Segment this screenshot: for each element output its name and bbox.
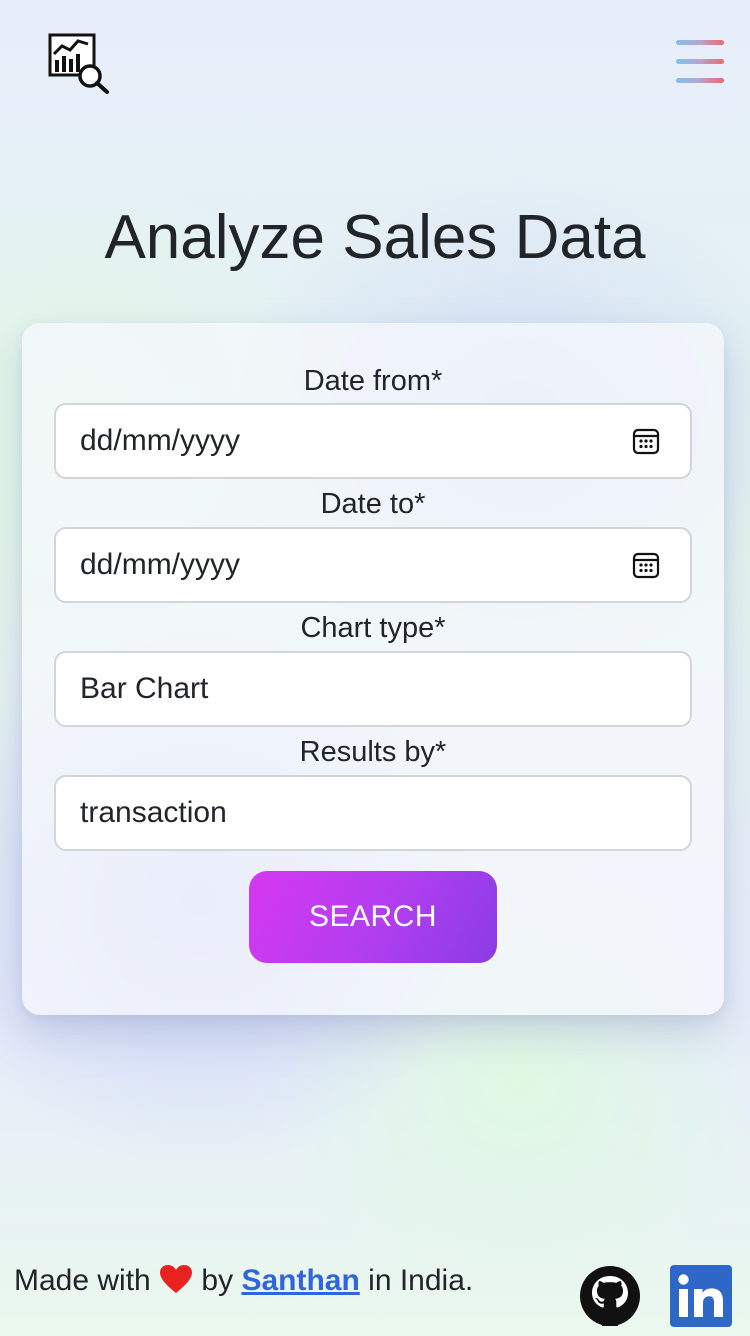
date-from-input[interactable]: dd/mm/yyyy [54, 403, 692, 479]
heart-icon [160, 1265, 193, 1293]
menu-bar [676, 59, 724, 64]
linkedin-icon[interactable] [670, 1265, 732, 1327]
date-from-label: Date from* [303, 365, 443, 397]
date-to-input[interactable]: dd/mm/yyyy [54, 527, 692, 603]
search-button[interactable]: SEARCH [249, 871, 497, 963]
search-form-card: Date from* dd/mm/yyyy Date to* dd/mm/yyy… [22, 323, 724, 1015]
chart-type-select[interactable]: Bar Chart [54, 651, 692, 727]
date-to-label: Date to* [320, 488, 426, 520]
page-title: Analyze Sales Data [104, 203, 646, 272]
date-to-placeholder: dd/mm/yyyy [80, 548, 241, 581]
analytics-search-icon[interactable] [48, 32, 110, 94]
results-by-label: Results by* [299, 736, 447, 768]
calendar-icon[interactable] [632, 427, 660, 455]
footer-suffix: in India. [368, 1264, 474, 1297]
menu-bar [676, 78, 724, 83]
hamburger-menu-icon[interactable] [674, 38, 726, 88]
calendar-icon[interactable] [632, 551, 660, 579]
date-from-placeholder: dd/mm/yyyy [80, 424, 241, 457]
chart-type-value: Bar Chart [80, 672, 209, 705]
footer-made-with: Made with [14, 1264, 151, 1297]
github-icon[interactable] [578, 1264, 642, 1328]
menu-bar [676, 40, 724, 45]
footer-credit: Made with by Santhan in India. [14, 1258, 473, 1304]
chart-type-label: Chart type* [300, 612, 446, 644]
results-by-select[interactable]: transaction [54, 775, 692, 851]
results-by-value: transaction [80, 796, 227, 829]
navbar [0, 0, 750, 118]
footer-by: by [201, 1264, 234, 1297]
author-link[interactable]: Santhan [241, 1264, 359, 1297]
